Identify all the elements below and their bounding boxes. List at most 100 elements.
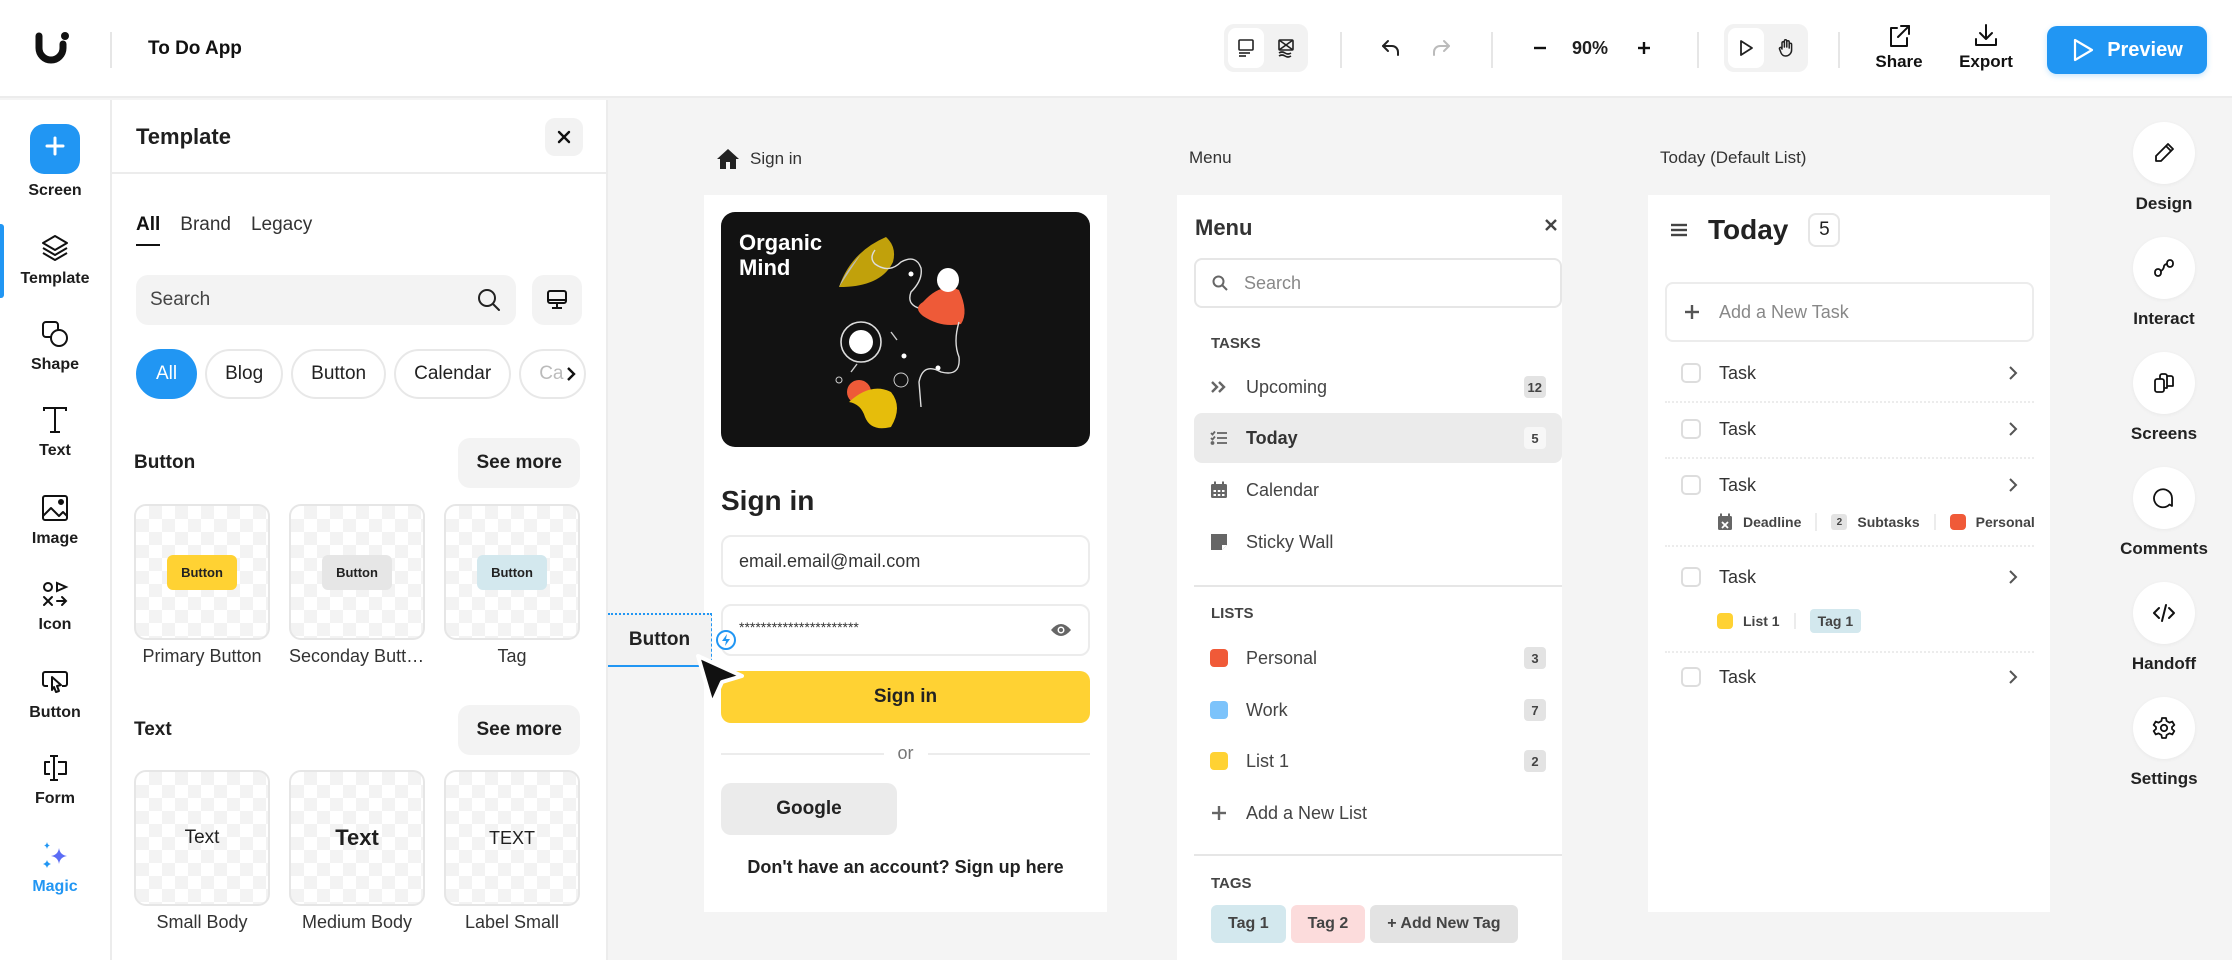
task-checkbox[interactable] [1681, 419, 1701, 439]
rail-item-interact[interactable]: Interact [2120, 237, 2208, 329]
rail-item-shape[interactable]: Shape [0, 318, 110, 374]
template-card[interactable]: Button Primary Button [134, 504, 270, 667]
add-list-button[interactable]: Add a New List [1194, 788, 1562, 838]
device-filter-button[interactable] [532, 275, 582, 325]
today-frame-label[interactable]: Today (Default List) [1660, 148, 1806, 168]
signup-link[interactable]: Don't have an account? Sign up here [704, 857, 1107, 878]
zoom-out-button[interactable] [1520, 28, 1560, 68]
undo-button[interactable] [1371, 28, 1411, 68]
menu-item-upcoming[interactable]: Upcoming 12 [1194, 362, 1562, 412]
zoom-level[interactable]: 90% [1572, 38, 1608, 59]
tab-legacy[interactable]: Legacy [251, 214, 312, 246]
chevron-right-icon[interactable] [2008, 669, 2018, 685]
task-item[interactable]: Task [1665, 401, 2034, 459]
logo-icon[interactable] [34, 30, 74, 66]
template-search-input[interactable]: Search [136, 275, 516, 325]
rail-item-image[interactable]: Image [0, 492, 110, 548]
menu-item-sticky-wall[interactable]: Sticky Wall [1194, 517, 1562, 567]
add-screen-button[interactable] [30, 124, 80, 174]
interact-button[interactable] [2133, 237, 2195, 299]
rail-item-button[interactable]: Button [0, 666, 110, 722]
template-card[interactable]: TEXT Label Small [444, 770, 580, 933]
rail-item-design[interactable]: Design [2120, 122, 2208, 214]
export-button[interactable]: Export [1951, 22, 2021, 72]
rail-item-settings[interactable]: Settings [2120, 697, 2208, 789]
see-more-button[interactable]: See more [458, 705, 580, 755]
category-chips: All Blog Button Calendar Ca [136, 349, 591, 399]
task-checkbox[interactable] [1681, 475, 1701, 495]
rail-item-template[interactable]: Template [0, 232, 110, 288]
hand-tool-button[interactable] [1768, 28, 1804, 68]
chevron-right-icon[interactable] [564, 365, 578, 383]
preview-button[interactable]: Preview [2047, 26, 2207, 74]
design-button[interactable] [2133, 122, 2195, 184]
chevron-right-icon[interactable] [2008, 421, 2018, 437]
select-tool-button[interactable] [1728, 28, 1764, 68]
chip-button[interactable]: Button [291, 349, 387, 399]
hamburger-menu-icon[interactable] [1670, 222, 1688, 238]
see-more-button[interactable]: See more [458, 438, 580, 488]
tag-chip[interactable]: Tag 2 [1290, 905, 1366, 943]
signin-screen[interactable]: Organic Mind Sign in email.email@mail.co… [704, 195, 1107, 912]
handoff-button[interactable] [2133, 582, 2195, 644]
chevron-right-icon[interactable] [2008, 365, 2018, 381]
template-card[interactable]: Button Tag [444, 504, 580, 667]
password-field[interactable]: ********************** [721, 604, 1090, 656]
add-tag-button[interactable]: + Add New Tag [1370, 905, 1518, 943]
menu-item-today[interactable]: Today 5 [1194, 413, 1562, 463]
interaction-handle[interactable] [716, 630, 736, 650]
rail-item-screens[interactable]: Screens [2120, 352, 2208, 444]
task-item[interactable]: Task [1665, 649, 2034, 705]
task-checkbox[interactable] [1681, 567, 1701, 587]
menu-item-calendar[interactable]: Calendar [1194, 465, 1562, 515]
template-card[interactable]: Text Small Body [134, 770, 270, 933]
menu-frame-label[interactable]: Menu [1189, 148, 1232, 168]
template-card[interactable]: Text Medium Body [289, 770, 425, 933]
today-screen[interactable]: Today 5 Add a New Task Task Task Task De… [1648, 195, 2050, 912]
task-checkbox[interactable] [1681, 667, 1701, 687]
menu-screen[interactable]: Menu Search TASKS Upcoming 12 Today 5 Ca… [1177, 195, 1562, 960]
add-task-input[interactable]: Add a New Task [1665, 282, 2034, 342]
signin-button[interactable]: Sign in [721, 671, 1090, 723]
screens-button[interactable] [2133, 352, 2195, 414]
chevron-right-icon[interactable] [2008, 569, 2018, 585]
rail-item-screen[interactable]: Screen [0, 124, 110, 200]
chip-all[interactable]: All [136, 349, 198, 399]
menu-search-input[interactable]: Search [1194, 258, 1562, 308]
rail-item-magic[interactable]: Magic [0, 840, 110, 896]
menu-close-button[interactable] [1545, 215, 1557, 236]
chip-blog[interactable]: Blog [205, 349, 284, 399]
settings-button[interactable] [2133, 697, 2195, 759]
email-field[interactable]: email.email@mail.com [721, 535, 1090, 587]
design-view-button[interactable] [1228, 28, 1264, 68]
template-card[interactable]: Button Seconday Button [289, 504, 425, 667]
chip-calendar[interactable]: Calendar [394, 349, 512, 399]
rail-item-icon[interactable]: Icon [0, 578, 110, 634]
wireframe-view-button[interactable] [1268, 28, 1304, 68]
task-item[interactable]: Task Deadline 2 Subtasks Personal [1665, 457, 2035, 547]
comments-button[interactable] [2133, 467, 2195, 529]
template-tabs: All Brand Legacy [136, 214, 312, 246]
chevron-right-icon[interactable] [2008, 477, 2018, 493]
eye-icon[interactable] [1050, 622, 1072, 638]
task-item[interactable]: Task List 1 Tag 1 [1665, 549, 2034, 653]
share-button[interactable]: Share [1864, 22, 1934, 72]
task-checkbox[interactable] [1681, 363, 1701, 383]
chip-more[interactable]: Ca [519, 349, 586, 399]
rail-item-handoff[interactable]: Handoff [2120, 582, 2208, 674]
rail-item-form[interactable]: Form [0, 752, 110, 808]
list-item-personal[interactable]: Personal 3 [1194, 633, 1562, 683]
zoom-in-button[interactable] [1624, 28, 1664, 68]
list-item-list-1[interactable]: List 1 2 [1194, 736, 1562, 786]
signin-frame-label[interactable]: Sign in [716, 148, 802, 170]
rail-item-comments[interactable]: Comments [2120, 467, 2208, 559]
tab-brand[interactable]: Brand [180, 214, 231, 246]
list-item-work[interactable]: Work 7 [1194, 685, 1562, 735]
task-item[interactable]: Task [1665, 345, 2034, 403]
google-signin-button[interactable]: Google [721, 783, 897, 835]
rail-item-text[interactable]: Text [0, 404, 110, 460]
tab-all[interactable]: All [136, 214, 161, 246]
close-panel-button[interactable] [545, 118, 583, 156]
tag-chip[interactable]: Tag 1 [1211, 905, 1286, 943]
redo-button[interactable] [1421, 28, 1461, 68]
